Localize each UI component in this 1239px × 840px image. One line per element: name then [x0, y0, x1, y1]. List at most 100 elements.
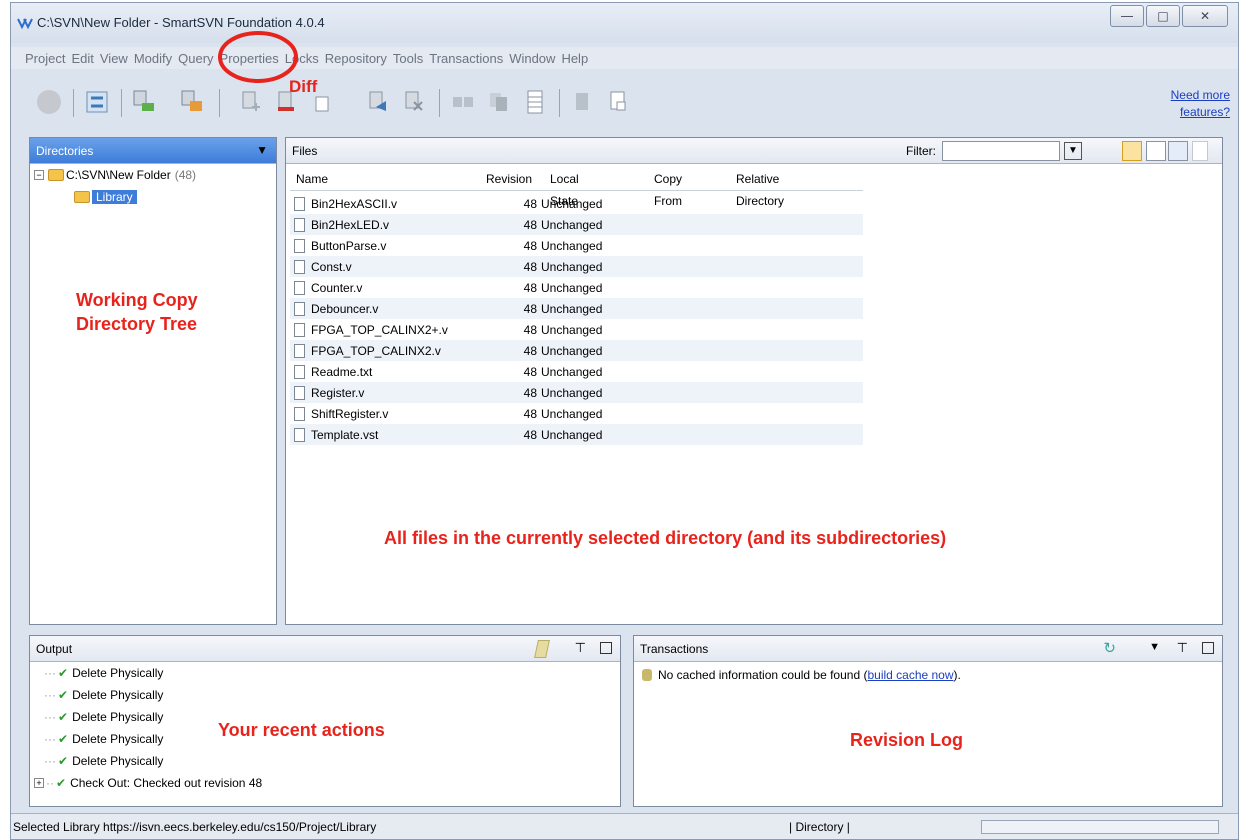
copy-icon[interactable] [309, 89, 337, 115]
tree-library-label: Library [92, 190, 137, 204]
clear-output-icon[interactable] [534, 640, 550, 658]
output-entry[interactable]: ··· ✔ Delete Physically [44, 732, 163, 746]
table-row[interactable]: FPGA_TOP_CALINX2.v 48 Unchanged [290, 340, 863, 361]
smartsvn-logo-icon [17, 18, 33, 30]
file-icon [294, 259, 305, 274]
directories-panel: Directories ▼ − C:\SVN\New Folder (48) L… [29, 137, 277, 625]
file-icon [294, 364, 305, 379]
update-icon[interactable] [131, 89, 159, 115]
transactions-header: Transactions ↻ ▼ ⊤ [634, 636, 1222, 662]
export-icon[interactable] [605, 89, 633, 115]
close-icon[interactable]: ✕ [1182, 5, 1228, 27]
stop-icon[interactable] [35, 89, 63, 115]
col-relative-directory[interactable]: Relative Directory [736, 168, 784, 208]
table-row[interactable]: ButtonParse.v 48 Unchanged [290, 235, 863, 256]
folder-icon [48, 169, 64, 181]
window-title: C:\SVN\New Folder - SmartSVN Foundation … [37, 15, 325, 30]
table-row[interactable]: Template.vst 48 Unchanged [290, 424, 863, 445]
file-icon [294, 343, 305, 358]
output-entry[interactable]: ··· ✔ Delete Physically [44, 666, 163, 680]
expand-icon[interactable]: + [34, 778, 44, 788]
minimize-icon[interactable]: ― [1110, 5, 1144, 27]
ignore-icon[interactable] [401, 89, 429, 115]
files-header: Files Filter: ▼ [286, 138, 1222, 164]
log-icon[interactable] [521, 89, 549, 115]
table-row[interactable]: Debouncer.v 48 Unchanged [290, 298, 863, 319]
remove-icon[interactable] [273, 89, 301, 115]
col-revision[interactable]: Revision [486, 168, 532, 190]
output-header: Output ⊤ [30, 636, 620, 662]
col-local-state[interactable]: Local State ▼ [550, 168, 579, 229]
show-unchanged-icon[interactable] [1146, 141, 1166, 161]
commit-icon[interactable] [179, 89, 207, 115]
menu-window[interactable]: Window [509, 51, 555, 66]
compare-icon[interactable] [449, 89, 477, 115]
menu-repository[interactable]: Repository [325, 51, 387, 66]
add-icon[interactable] [237, 89, 265, 115]
output-entry[interactable]: + ·· ✔ Check Out: Checked out revision 48 [34, 776, 262, 790]
file-icon [294, 301, 305, 316]
menu-tools[interactable]: Tools [393, 51, 423, 66]
merge-icon[interactable] [485, 89, 513, 115]
transactions-dropdown-icon[interactable]: ▼ [1149, 641, 1160, 653]
show-modified-icon[interactable] [1168, 141, 1188, 161]
progress-bar [981, 820, 1219, 834]
move-icon[interactable] [365, 89, 393, 115]
recent-actions-annotation: Your recent actions [218, 720, 385, 740]
pin-icon[interactable]: ⊤ [1177, 640, 1188, 656]
title-bar: C:\SVN\New Folder - SmartSVN Foundation … [11, 3, 1238, 43]
files-panel: Files Filter: ▼ Name Revision Local Stat… [285, 137, 1223, 625]
refresh-icon[interactable] [83, 89, 111, 115]
show-folders-icon[interactable] [1122, 141, 1142, 161]
output-entry[interactable]: ··· ✔ Delete Physically [44, 754, 163, 768]
tree-root-label: C:\SVN\New Folder [66, 168, 171, 182]
output-entry[interactable]: ··· ✔ Delete Physically [44, 688, 163, 702]
file-icon [294, 280, 305, 295]
maximize-panel-icon[interactable] [600, 642, 612, 654]
file-icon [294, 196, 305, 211]
menu-modify[interactable]: Modify [134, 51, 172, 66]
menu-transactions[interactable]: Transactions [429, 51, 503, 66]
table-row[interactable]: Const.v 48 Unchanged [290, 256, 863, 277]
app-window: C:\SVN\New Folder - SmartSVN Foundation … [10, 2, 1239, 840]
status-text: Selected Library https://isvn.eecs.berke… [13, 820, 377, 834]
table-row[interactable]: FPGA_TOP_CALINX2+.v 48 Unchanged [290, 319, 863, 340]
need-more-features-link[interactable]: Need more features? [1171, 87, 1230, 121]
menu-view[interactable]: View [100, 51, 128, 66]
table-row[interactable]: Readme.txt 48 Unchanged [290, 361, 863, 382]
col-copy-from[interactable]: Copy From [654, 168, 682, 208]
build-cache-link[interactable]: build cache now [867, 668, 953, 682]
output-entry[interactable]: ··· ✔ Delete Physically [44, 710, 163, 724]
table-row[interactable]: Bin2HexASCII.v 48 Unchanged [290, 193, 863, 214]
table-row[interactable]: Counter.v 48 Unchanged [290, 277, 863, 298]
success-check-icon: ✔ [58, 732, 69, 746]
menu-project[interactable]: Project [25, 51, 65, 66]
show-unversioned-icon[interactable] [1192, 141, 1208, 161]
status-bar: Selected Library https://isvn.eecs.berke… [11, 813, 1238, 839]
revision-log-annotation: Revision Log [850, 730, 964, 750]
table-row[interactable]: ShiftRegister.v 48 Unchanged [290, 403, 863, 424]
maximize-panel-icon[interactable] [1202, 642, 1214, 654]
pin-icon[interactable]: ⊤ [575, 640, 586, 656]
collapse-icon[interactable]: − [34, 170, 44, 180]
menu-help[interactable]: Help [561, 51, 588, 66]
maximize-icon[interactable]: □ [1146, 5, 1180, 27]
properties-icon[interactable] [569, 89, 597, 115]
tree-node-library[interactable]: Library [74, 190, 137, 204]
toolbar: Need more features? [11, 77, 1238, 127]
table-row[interactable]: Bin2HexLED.v 48 Unchanged [290, 214, 863, 235]
tree-root-count: (48) [174, 168, 197, 182]
menu-edit[interactable]: Edit [71, 51, 93, 66]
file-icon [294, 406, 305, 421]
file-icon [294, 385, 305, 400]
file-icon [294, 322, 305, 337]
filter-input[interactable] [942, 141, 1060, 161]
menu-query[interactable]: Query [178, 51, 213, 66]
col-name[interactable]: Name [296, 168, 328, 190]
table-row[interactable]: Register.v 48 Unchanged [290, 382, 863, 403]
tree-root-node[interactable]: − C:\SVN\New Folder (48) [34, 168, 196, 182]
filter-dropdown-icon[interactable]: ▼ [1064, 142, 1082, 160]
directories-dropdown-icon[interactable]: ▼ [256, 143, 268, 157]
folder-open-icon [74, 191, 90, 203]
refresh-transactions-icon[interactable]: ↻ [1103, 639, 1116, 657]
